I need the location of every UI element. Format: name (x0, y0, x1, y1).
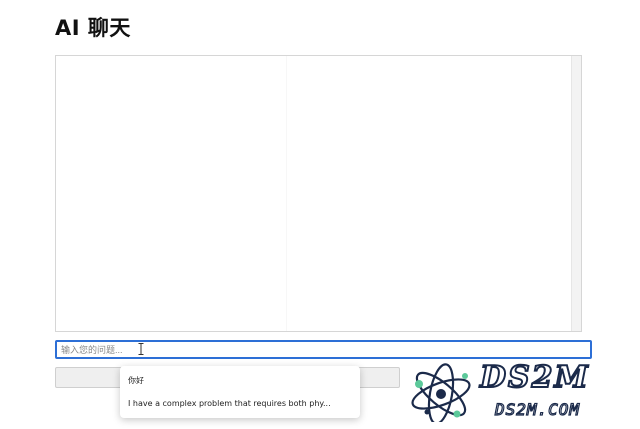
watermark-sub-text: DS2M.COM (494, 399, 581, 419)
question-input[interactable] (55, 340, 592, 359)
page-title: AI 聊天 (55, 16, 131, 40)
text-cursor-icon (138, 343, 144, 355)
watermark: DS2M DS2M.COM (405, 358, 630, 424)
chat-scrollbar[interactable] (571, 56, 581, 331)
atom-logo-icon (411, 363, 471, 422)
ai-chat-page: AI 聊天 你好 I have a complex problem that r… (0, 0, 640, 429)
chat-divider (286, 56, 287, 331)
chat-messages-area[interactable] (55, 55, 582, 332)
suggestion-item-greeting[interactable]: 你好 (128, 375, 144, 386)
watermark-main-text: DS2M (479, 359, 590, 396)
suggestion-item-complex-problem[interactable]: I have a complex problem that requires b… (128, 399, 331, 408)
suggestion-dropdown: 你好 I have a complex problem that require… (120, 366, 360, 418)
